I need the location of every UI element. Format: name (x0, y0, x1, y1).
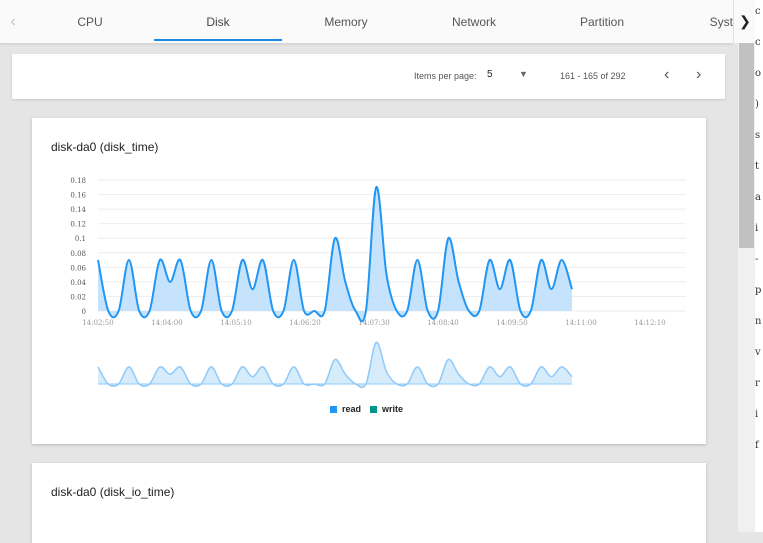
chart-card: disk-da0 (disk_io_time) (32, 463, 706, 543)
side-strip-char: c (755, 6, 761, 17)
y-tick-label: 0.04 (70, 279, 86, 287)
x-tick-label: 14:02:50 (82, 319, 113, 327)
y-tick-label: 0.12 (70, 221, 86, 229)
legend-read-label: read (342, 404, 361, 414)
side-strip-char: o (755, 68, 761, 79)
chart-card: disk-da0 (disk_time) 0.180.160.140.120.1… (32, 118, 706, 444)
y-tick-label: 0.16 (70, 192, 86, 200)
chart-title: disk-da0 (disk_io_time) (51, 485, 174, 499)
y-tick-label: 0.1 (75, 235, 86, 243)
y-tick-label: 0.08 (70, 250, 86, 258)
tab-disk[interactable]: Disk (154, 0, 282, 43)
tab-memory[interactable]: Memory (282, 0, 410, 43)
active-tab-indicator (154, 39, 282, 41)
dropdown-caret-icon[interactable]: ▼ (519, 69, 528, 79)
x-tick-label: 14:05:10 (220, 319, 251, 327)
side-strip-char: n (755, 316, 761, 327)
side-strip-char: t (755, 161, 759, 172)
legend-read-swatch (330, 406, 337, 413)
tab-cpu[interactable]: CPU (26, 0, 154, 43)
legend-write-label: write (382, 404, 403, 414)
x-tick-label: 14:09:50 (496, 319, 527, 327)
legend-write[interactable]: write (370, 404, 403, 414)
side-strip-char: - (755, 254, 758, 265)
items-per-page-label: Items per page: (414, 71, 477, 81)
side-strip-char: f (755, 440, 759, 451)
side-strip-char: i (755, 223, 758, 234)
x-tick-label: 14:04:00 (151, 319, 182, 327)
x-tick-label: 14:06:20 (289, 319, 320, 327)
paginator: Items per page: 5 ▼ 161 - 165 of 292 ‹ › (12, 54, 725, 99)
tab-scroll-right-icon[interactable]: ❯ (733, 0, 756, 43)
y-tick-label: 0.18 (70, 177, 86, 185)
side-strip-char: v (755, 347, 761, 358)
y-tick-label: 0 (82, 308, 86, 316)
y-tick-label: 0.06 (70, 264, 86, 272)
y-tick-label: 0.02 (70, 293, 86, 301)
tab-partition[interactable]: Partition (538, 0, 666, 43)
scrollbar[interactable] (738, 43, 755, 532)
tab-bar: ‹ CPU Disk Memory Network Partition Syst (0, 0, 733, 44)
page-range-label: 161 - 165 of 292 (560, 71, 626, 81)
next-page-icon[interactable]: › (696, 66, 701, 84)
side-strip-char: i (755, 409, 758, 420)
read-area (98, 187, 572, 321)
legend-read[interactable]: read (330, 404, 361, 414)
x-tick-label: 14:12:10 (634, 319, 665, 327)
x-tick-label: 14:08:40 (427, 319, 458, 327)
tab-system[interactable]: Syst (666, 0, 733, 43)
chart-svg: 0.18 0.16 0.14 0.12 0.1 0.08 0.06 0.04 0.02 0 14:0… (32, 118, 706, 398)
previous-page-icon[interactable]: ‹ (664, 66, 669, 84)
side-strip-char: a (755, 192, 761, 203)
scroll-thumb[interactable] (739, 43, 754, 248)
x-tick-label: 14:11:00 (565, 319, 596, 327)
tab-network[interactable]: Network (410, 0, 538, 43)
side-strip-char: ) (755, 99, 759, 110)
side-strip-char: s (755, 130, 760, 141)
tab-scroll-left-icon[interactable]: ‹ (0, 0, 26, 43)
side-strip: c c o) s t a i - p n v r i f (755, 0, 763, 532)
items-per-page-select[interactable]: 5 (487, 69, 493, 80)
legend-write-swatch (370, 406, 377, 413)
side-strip-char: c (755, 37, 761, 48)
side-strip-char: p (755, 285, 761, 296)
navigator-area (98, 342, 572, 387)
side-strip-char: r (755, 378, 760, 389)
y-tick-label: 0.14 (70, 206, 86, 214)
